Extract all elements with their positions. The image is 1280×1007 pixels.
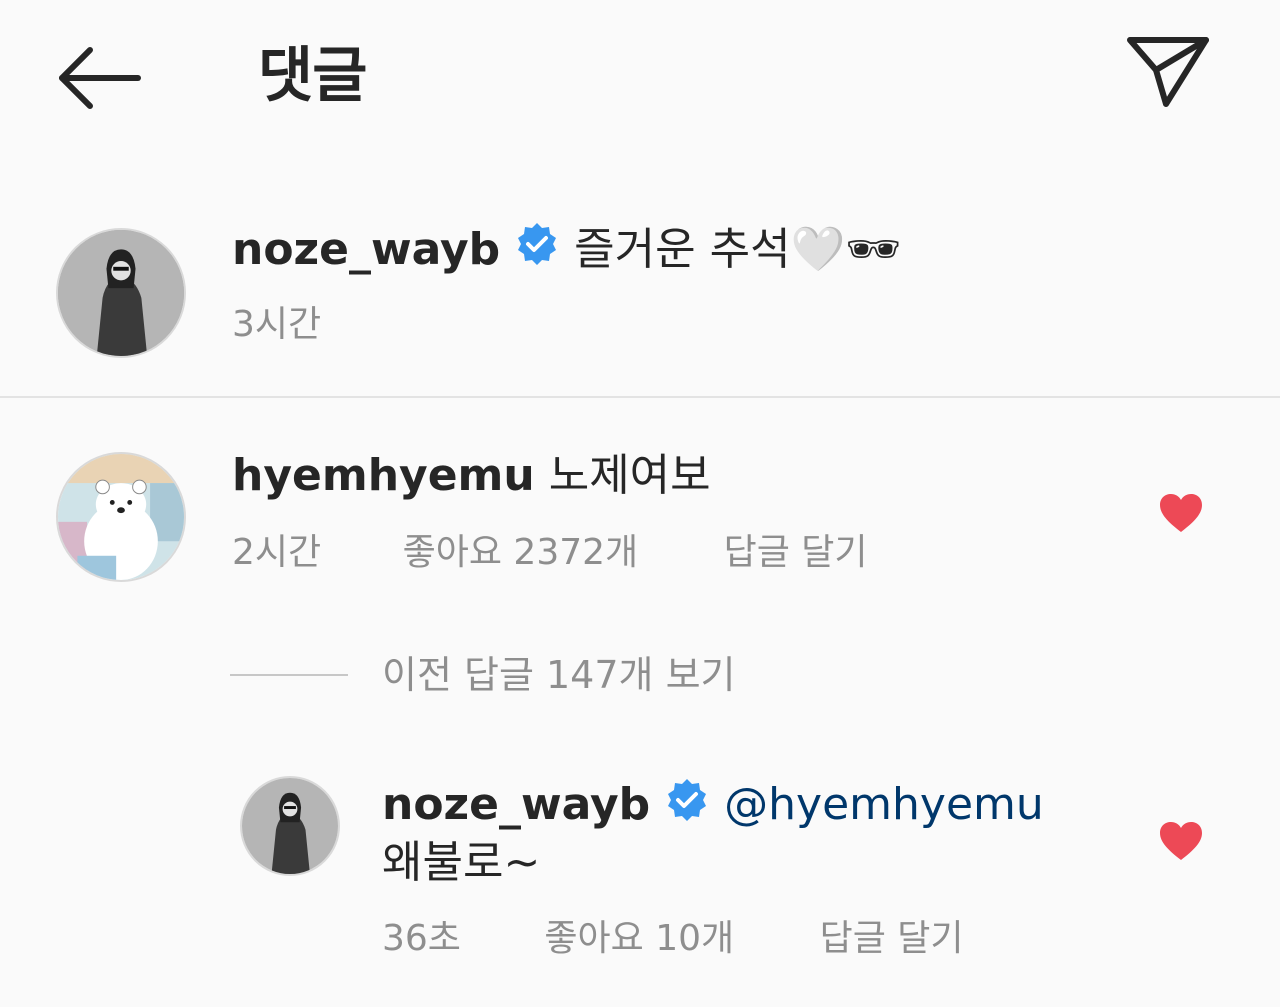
heart-icon[interactable] (1158, 820, 1204, 862)
reply-button[interactable]: 답글 달기 (820, 914, 964, 964)
caption-line: noze_wayb 즐거운 추석🤍🕶 (232, 220, 901, 283)
reply-text: 왜불로~ (382, 837, 541, 888)
like-count[interactable]: 좋아요 2372개 (403, 528, 639, 578)
like-count[interactable]: 좋아요 10개 (544, 914, 734, 964)
avatar[interactable] (56, 452, 186, 582)
avatar[interactable] (240, 776, 340, 876)
reply-line: noze_wayb @hyemhyemu (382, 776, 1044, 838)
comment-text: 노제여보 (548, 450, 711, 501)
page-title: 댓글 (258, 41, 367, 111)
divider (230, 674, 348, 676)
timestamp: 36초 (382, 918, 461, 959)
mention-link[interactable]: @hyemhyemu (724, 779, 1044, 830)
comments-screen: 댓글 noze_wayb 즐거운 추석🤍🕶 3시간 hyemhyemu 노제여보… (0, 0, 1280, 1007)
timestamp: 2시간 (232, 532, 322, 573)
comment-meta: 2시간 좋아요 2372개 답글 달기 (232, 528, 868, 578)
username[interactable]: hyemhyemu (232, 450, 535, 501)
back-arrow-icon[interactable] (52, 38, 148, 118)
timestamp: 3시간 (232, 304, 322, 345)
comment-line: hyemhyemu 노제여보 (232, 446, 711, 506)
caption-text: 즐거운 추석🤍🕶 (574, 224, 902, 275)
heart-icon[interactable] (1158, 492, 1204, 534)
view-previous-replies[interactable]: 이전 답글 147개 보기 (230, 650, 736, 700)
username[interactable]: noze_wayb (232, 224, 500, 275)
verified-badge-icon (664, 777, 710, 838)
view-replies-label: 이전 답글 147개 보기 (382, 653, 736, 697)
reply-button[interactable]: 답글 달기 (724, 528, 868, 578)
avatar[interactable] (56, 228, 186, 358)
verified-badge-icon (514, 221, 560, 283)
header: 댓글 (0, 0, 1280, 150)
divider (0, 396, 1280, 398)
direct-share-icon[interactable] (1120, 30, 1216, 120)
username[interactable]: noze_wayb (382, 779, 650, 830)
reply-meta: 36초 좋아요 10개 답글 달기 (382, 914, 964, 964)
